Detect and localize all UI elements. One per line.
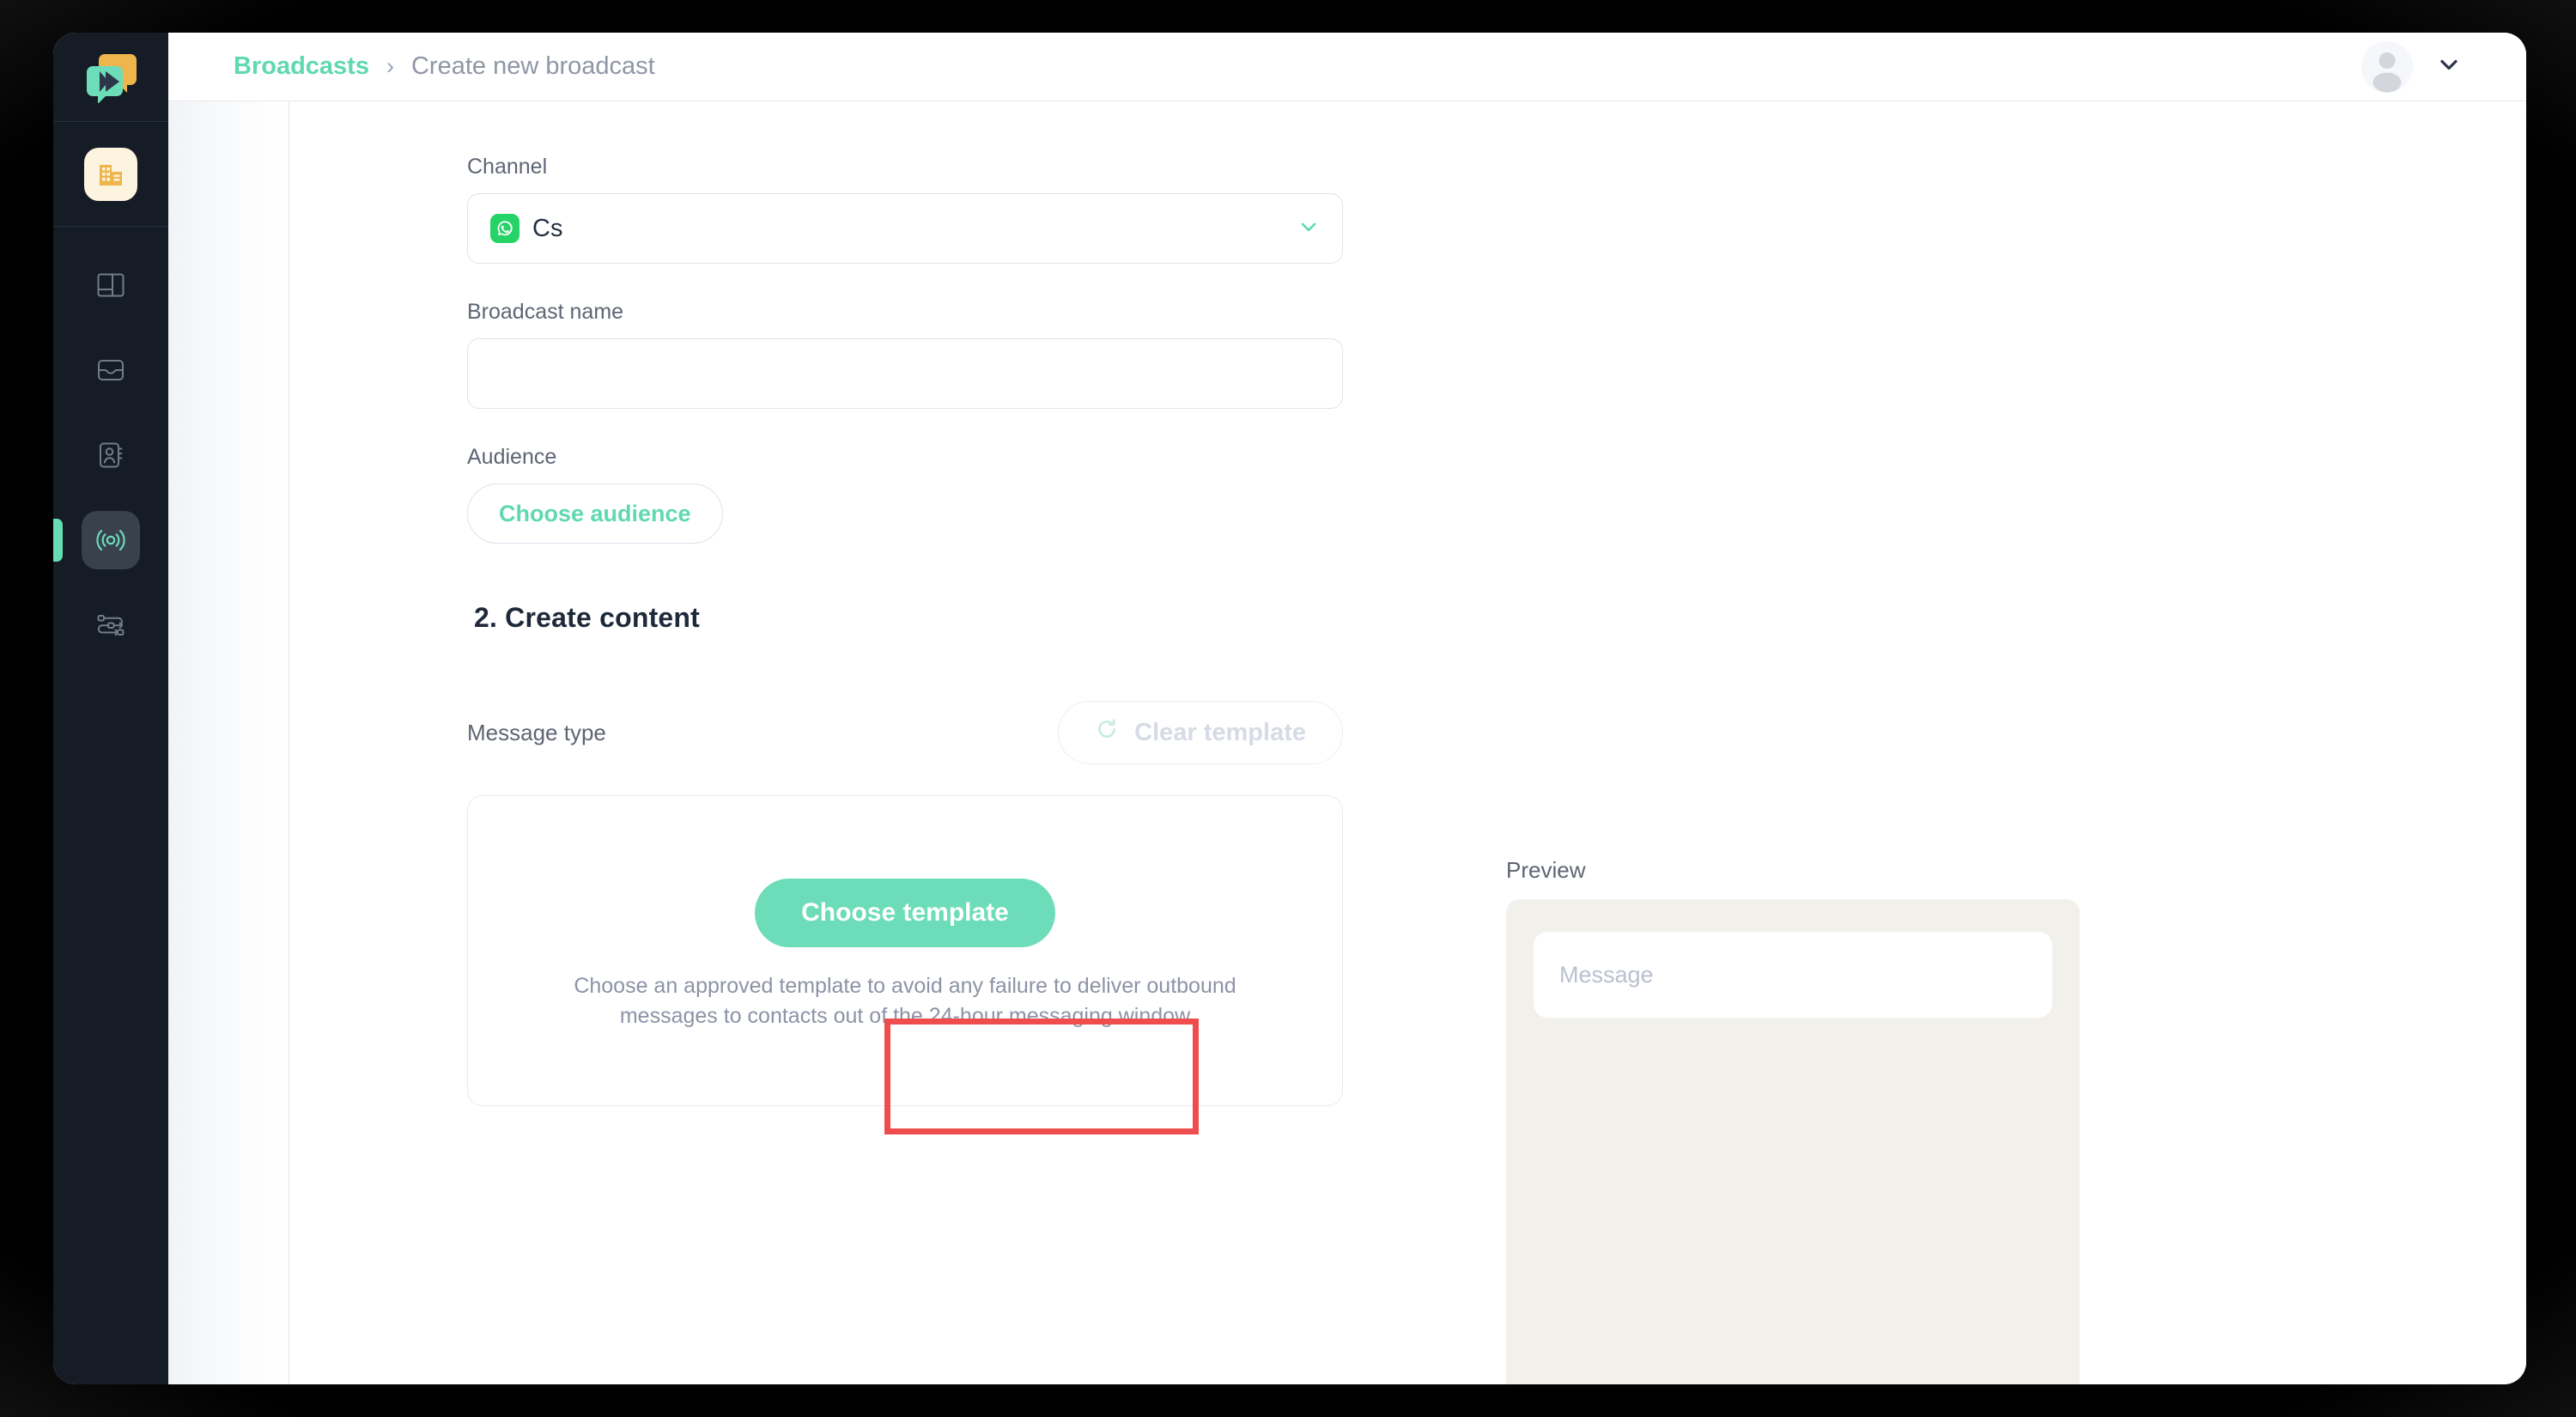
org-switcher[interactable] [53, 122, 168, 227]
preview-message-placeholder: Message [1534, 932, 2052, 1018]
left-nav-rail [53, 33, 168, 1384]
preview-panel: Message [1506, 899, 2080, 1384]
breadcrumb-separator-icon: › [386, 53, 394, 79]
sidebar-item-inbox[interactable] [82, 341, 140, 399]
reset-arrow-icon [1095, 717, 1119, 748]
message-type-row: Message type Clear template [467, 701, 1343, 764]
preview-section: Preview Message [1506, 155, 2107, 1384]
template-chooser-card: Choose template Choose an approved templ… [467, 795, 1343, 1106]
field-channel: Channel Cs [467, 155, 1412, 264]
chevron-down-icon[interactable] [2437, 52, 2461, 81]
layout-grid-icon [96, 271, 125, 300]
app-window: Broadcasts › Create new broadcast Channe… [53, 33, 2526, 1384]
top-bar: Broadcasts › Create new broadcast [168, 33, 2526, 101]
main-column: Broadcasts › Create new broadcast Channe… [168, 33, 2526, 1384]
sidebar-item-flows[interactable] [82, 596, 140, 654]
preview-label: Preview [1506, 857, 1586, 883]
channel-name: Cs [532, 214, 563, 242]
breadcrumb-link-broadcasts[interactable]: Broadcasts [234, 52, 369, 81]
app-logo[interactable] [53, 33, 168, 122]
whatsapp-icon [490, 214, 519, 243]
broadcast-signal-icon [95, 525, 126, 556]
sidebar-item-dashboard[interactable] [82, 256, 140, 314]
chat-bubbles-logo-icon [82, 52, 139, 104]
broadcast-name-label: Broadcast name [467, 300, 624, 324]
broadcast-form: Channel Cs Broadcast name Audience Choos… [467, 155, 1412, 1384]
inbox-tray-icon [96, 356, 125, 385]
breadcrumb: Broadcasts › Create new broadcast [234, 52, 655, 81]
sidebar-item-contacts[interactable] [82, 426, 140, 484]
breadcrumb-current-page: Create new broadcast [410, 52, 655, 80]
channel-select-value: Cs [490, 214, 1297, 243]
field-audience: Audience Choose audience [467, 445, 1412, 544]
scroll-content: Channel Cs Broadcast name Audience Choos… [289, 101, 2526, 1384]
building-icon [84, 147, 137, 201]
primary-nav [53, 227, 168, 654]
content-gutter [168, 101, 289, 1384]
choose-audience-button[interactable]: Choose audience [467, 483, 723, 544]
sidebar-item-broadcasts[interactable] [53, 511, 140, 569]
channel-label: Channel [467, 155, 548, 179]
contact-book-icon [96, 441, 125, 470]
flow-nodes-icon [95, 610, 126, 641]
channel-select[interactable]: Cs [467, 193, 1343, 264]
template-helper-text: Choose an approved template to avoid any… [574, 974, 1236, 1028]
content-body: Channel Cs Broadcast name Audience Choos… [168, 101, 2526, 1384]
message-type-label: Message type [467, 719, 606, 745]
audience-label: Audience [467, 445, 557, 469]
user-menu[interactable] [2361, 40, 2461, 93]
chevron-down-icon[interactable] [1297, 216, 1320, 242]
choose-template-button[interactable]: Choose template [755, 879, 1055, 947]
clear-template-button[interactable]: Clear template [1058, 701, 1343, 764]
avatar[interactable] [2361, 40, 2413, 93]
clear-template-label: Clear template [1134, 718, 1306, 746]
broadcast-name-input[interactable] [467, 338, 1343, 409]
field-broadcast-name: Broadcast name [467, 300, 1412, 409]
create-content-heading: 2. Create content [474, 602, 701, 633]
